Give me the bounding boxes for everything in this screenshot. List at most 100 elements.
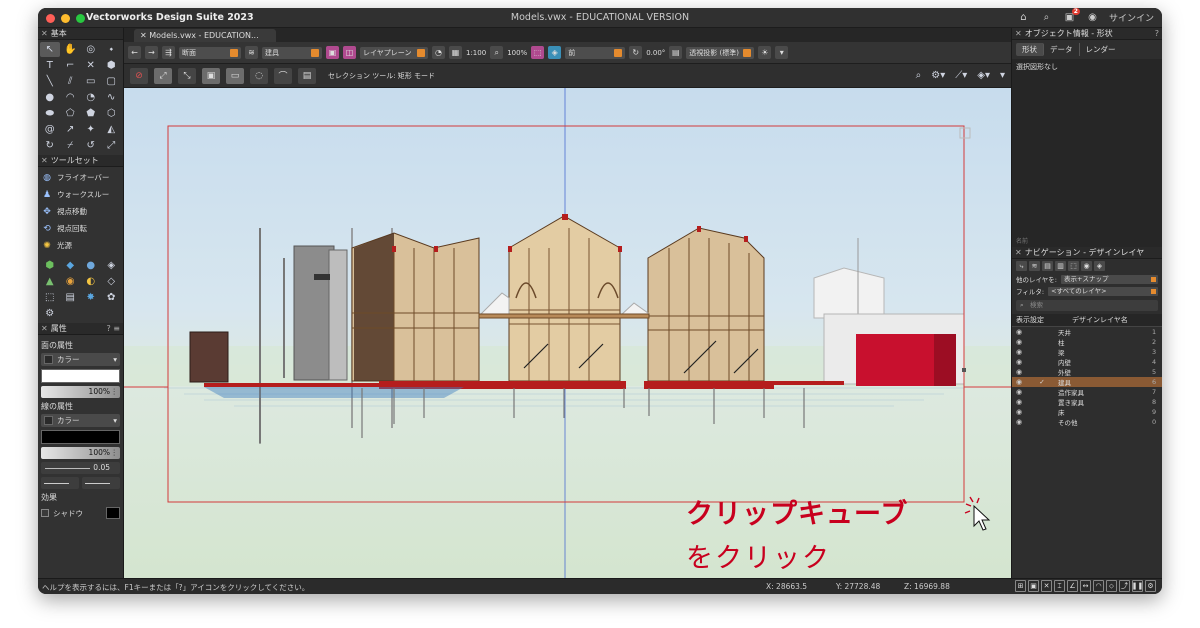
zoom-value[interactable]: 100% [507,49,527,57]
toolset-item-walkthrough[interactable]: ♟ ウォークスルー [41,186,120,203]
furniture-icon[interactable]: ◈ [102,258,122,273]
help-icon[interactable]: ? [1155,29,1159,38]
tab-render[interactable]: レンダー [1080,43,1122,56]
home-icon[interactable]: ⌂ [1017,11,1030,24]
line-opacity[interactable]: 100% ⋮ [41,447,120,459]
polyline-tool-icon[interactable]: ⬠ [61,106,81,121]
line-tool-icon[interactable]: ╲ [40,74,60,89]
forward-icon[interactable]: → [145,46,158,59]
layer-icon[interactable]: ▣ [326,46,339,59]
snap-angle-icon[interactable]: ∠ [1067,580,1078,592]
fill-color-swatch[interactable] [41,369,120,383]
shadow-color-swatch[interactable] [106,507,120,519]
view-select[interactable]: 前 [565,46,626,59]
dims-notes-icon[interactable]: ▲ [40,274,60,289]
layer-row[interactable]: ◉ 梁 3 [1012,347,1162,357]
snap-object-icon[interactable]: ▣ [1028,580,1039,592]
regular-polygon-tool-icon[interactable]: ⬡ [102,106,122,121]
eye-icon[interactable]: ◉ [1012,328,1026,336]
quarter-arc-tool-icon[interactable]: ◔ [81,90,101,105]
rounded-rect-tool-icon[interactable]: ▢ [102,74,122,89]
layer-search-input[interactable]: 検索 [1016,300,1158,311]
reshape-tool-icon[interactable]: ↗ [61,122,81,137]
back-icon[interactable]: ← [128,46,141,59]
marquee-mode-icon[interactable]: ▭ [226,67,244,84]
search-icon[interactable]: ⌕ [1040,11,1053,24]
document-tab[interactable]: ✕ Models.vwx - EDUCATION... [134,29,276,42]
snap-loci-icon[interactable]: ⤴ [1119,580,1130,592]
rotate-tool-icon[interactable]: ↻ [40,138,60,153]
close-icon[interactable]: ✕ [1015,248,1022,257]
more-icon[interactable]: ⋮ [111,447,119,459]
connect-tool-icon[interactable]: ⤢ [102,138,122,153]
eye-icon[interactable]: ◉ [1012,338,1026,346]
sheet-layers-icon[interactable]: ▤ [1042,261,1053,271]
delete-tool-icon[interactable]: ✕ [81,58,101,73]
notification-icon[interactable]: ▣ 2 [1063,8,1080,24]
col-visibility[interactable]: 表示設定 [1012,315,1056,325]
snap-distance-icon[interactable]: ↔ [1080,580,1091,592]
detailing-icon[interactable]: ◐ [81,274,101,289]
saved-view-select[interactable]: 断面 [179,46,241,59]
fill-opacity[interactable]: 100% ⋮ [41,386,120,398]
layer-row[interactable]: ◉ 置き家具 8 [1012,397,1162,407]
stair-icon[interactable]: ▤ [61,290,81,305]
tool-bar-more-icon[interactable]: ▾ [1000,70,1005,81]
tab-data[interactable]: データ [1044,43,1080,56]
class-select[interactable]: 建具 [262,46,322,59]
zoom-icon[interactable]: ⌕ [490,46,504,59]
line-type-select[interactable]: カラー ▾ [41,414,120,427]
magic-wand-icon[interactable]: ⌕ [916,70,922,81]
polygon-tool-icon[interactable]: ⬟ [81,106,101,121]
unrestricted-mode-icon[interactable]: ⤢ [154,67,172,84]
snap-grid-icon[interactable]: ⊞ [1015,580,1026,592]
layer-row-active[interactable]: ◉ ✓ 建具 6 [1012,377,1162,387]
close-icon[interactable]: ✕ [41,29,48,38]
eye-icon[interactable]: ◉ [1012,418,1026,426]
toolset-item-translate-view[interactable]: ✥ 視点移動 [41,203,120,220]
landscape-icon[interactable]: ● [81,258,101,273]
layer-row[interactable]: ◉ 外壁 5 [1012,367,1162,377]
scale-value[interactable]: 1:100 [466,49,486,57]
eye-icon[interactable]: ◉ [1012,388,1026,396]
other-layers-select[interactable]: 表示+スナップ [1061,274,1158,284]
sign-in-link[interactable]: サインイン [1109,11,1154,24]
toolset-item-flyover[interactable]: ◍ フライオーバー [41,169,120,186]
standard-view-icon[interactable]: ◈ [548,46,562,59]
text-tool-icon[interactable]: T [40,58,60,73]
eye-icon[interactable]: ◉ [1012,348,1026,356]
classes-icon[interactable]: ▥ [1055,261,1066,271]
close-icon[interactable]: ✕ [1015,29,1022,38]
plane-icon[interactable]: ◫ [343,46,356,59]
help-icon[interactable]: ? ≡ [107,324,121,333]
layer-row[interactable]: ◉ その他 0 [1012,417,1162,427]
rotation-value[interactable]: 0.00° [646,49,665,57]
line-weight[interactable]: 0.05 [41,462,120,474]
site-icon[interactable]: ◆ [61,258,81,273]
mirror-tool-icon[interactable]: ◭ [102,122,122,137]
snap-settings-icon[interactable]: ⚙ [1145,580,1156,592]
design-layers-icon[interactable]: ≋ [1029,261,1040,271]
clip-cube-icon[interactable]: ⬚ [531,46,545,59]
snap-intersection-icon[interactable]: ✕ [1041,580,1052,592]
selection-tool-icon[interactable]: ↖ [40,42,60,57]
pause-icon[interactable]: ❚❚ [1132,580,1143,592]
render-icon[interactable]: ◈▾ [977,70,990,81]
polygon-lasso-mode-icon[interactable]: ⌒ [274,67,292,84]
toolset-item-rotate-view[interactable]: ⟲ 視点回転 [41,220,120,237]
rotate-plan-icon[interactable]: ↻ [629,46,643,59]
render-mode-icon[interactable]: ◔ [432,46,445,59]
tab-shape[interactable]: 形状 [1016,43,1044,56]
gear-icon[interactable]: ⚙ [40,306,60,321]
extrude-tool-icon[interactable]: ⬢ [102,58,122,73]
spiral-tool-icon[interactable]: @ [40,122,60,137]
line-color-swatch[interactable] [41,430,120,444]
layer-row[interactable]: ◉ 柱 2 [1012,337,1162,347]
close-icon[interactable]: ✕ [41,156,48,165]
fillet-tool-icon[interactable]: ↺ [81,138,101,153]
filter-select[interactable]: <すべてのレイヤ> [1048,286,1158,296]
scale-icon[interactable]: ▦ [449,46,462,59]
class-icon[interactable]: ≋ [245,46,258,59]
lighting-icon[interactable]: ☀ [758,46,772,59]
rectangle-tool-icon[interactable]: ▭ [81,74,101,89]
